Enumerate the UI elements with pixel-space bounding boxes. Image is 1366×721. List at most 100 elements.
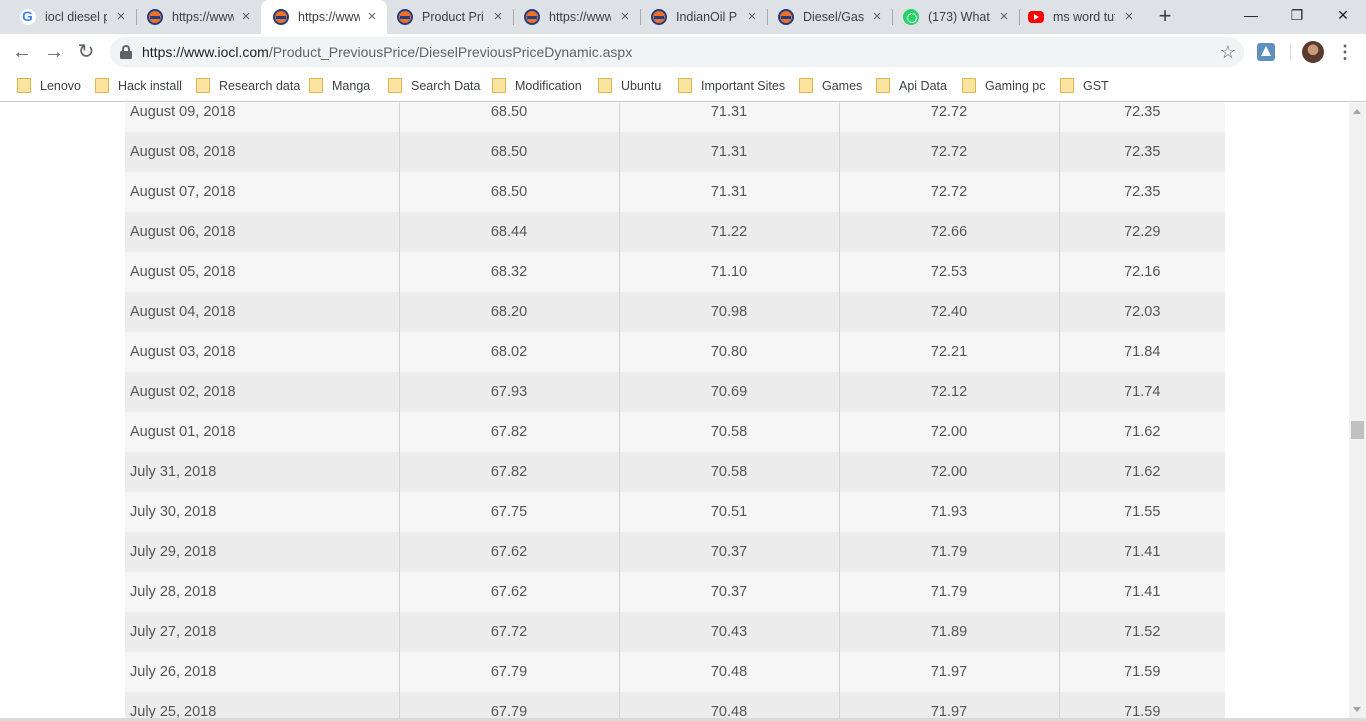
bookmark-label: Modification: [515, 79, 582, 93]
bookmark-important-sites[interactable]: Important Sites: [678, 76, 785, 96]
tab-4[interactable]: Product Pric ×: [387, 0, 513, 34]
bookmark-api-data[interactable]: Api Data: [876, 76, 947, 96]
bookmark-modification[interactable]: Modification: [492, 76, 582, 96]
kebab-menu-icon[interactable]: ⋮: [1336, 40, 1354, 64]
scroll-up-arrow-icon[interactable]: [1353, 109, 1361, 114]
price-cell: 70.51: [618, 492, 839, 532]
table-row: August 03, 2018 68.02 70.80 72.21 71.84: [125, 332, 1225, 372]
price-cell: 72.40: [838, 292, 1059, 332]
bookmark-ubuntu[interactable]: Ubuntu: [598, 76, 661, 96]
close-tab-icon[interactable]: ×: [997, 9, 1011, 24]
price-cell: 71.41: [1058, 572, 1225, 612]
date-cell: July 28, 2018: [130, 584, 217, 600]
bookmark-gst[interactable]: GST: [1060, 76, 1109, 96]
back-arrow-icon[interactable]: ←: [8, 38, 36, 66]
scroll-down-arrow-icon[interactable]: [1353, 707, 1361, 712]
lock-icon[interactable]: [120, 45, 132, 59]
bookmark-search-data[interactable]: Search Data: [388, 76, 480, 96]
tab-9[interactable]: ms word tut ×: [1020, 0, 1144, 34]
date-cell: July 31, 2018: [130, 464, 217, 480]
close-tab-icon[interactable]: ×: [745, 9, 759, 24]
tab-title: Product Pric: [422, 10, 484, 24]
close-tab-icon[interactable]: ×: [239, 9, 253, 24]
tab-title: https://www: [172, 10, 234, 24]
price-cell: 71.59: [1058, 652, 1225, 692]
date-cell: July 25, 2018: [130, 704, 217, 720]
forward-arrow-icon[interactable]: →: [40, 38, 68, 66]
price-cell: 72.72: [838, 103, 1059, 132]
new-tab-button[interactable]: +: [1153, 4, 1177, 28]
scrollbar-thumb[interactable]: [1351, 421, 1364, 439]
close-window-button[interactable]: ✕: [1320, 0, 1366, 30]
price-cell: 72.16: [1058, 252, 1225, 292]
extension-icon[interactable]: [1257, 43, 1275, 61]
bookmark-gaming-pc[interactable]: Gaming pc: [962, 76, 1045, 96]
url-text[interactable]: https://www.iocl.com/Product_PreviousPri…: [142, 37, 632, 67]
table-row: July 30, 2018 67.75 70.51 71.93 71.55: [125, 492, 1225, 532]
price-cell: 72.03: [1058, 292, 1225, 332]
bookmark-label: Research data: [219, 79, 301, 93]
table-row: July 31, 2018 67.82 70.58 72.00 71.62: [125, 452, 1225, 492]
bookmark-lenovo[interactable]: Lenovo: [17, 76, 81, 96]
price-cell: 67.75: [398, 492, 619, 532]
table-row: August 08, 2018 68.50 71.31 72.72 72.35: [125, 132, 1225, 172]
close-tab-icon[interactable]: ×: [365, 9, 379, 24]
date-cell: August 06, 2018: [130, 224, 236, 240]
folder-icon: [95, 77, 109, 93]
bookmark-label: Search Data: [411, 79, 481, 93]
bookmark-label: Important Sites: [701, 79, 786, 93]
profile-avatar[interactable]: [1302, 41, 1324, 63]
minimize-button[interactable]: —: [1228, 0, 1274, 30]
bookmark-hack-install[interactable]: Hack install: [95, 76, 182, 96]
price-cell: 72.66: [838, 212, 1059, 252]
restore-button[interactable]: ❐: [1274, 0, 1320, 30]
price-cell: 71.62: [1058, 452, 1225, 492]
price-cell: 68.02: [398, 332, 619, 372]
close-tab-icon[interactable]: ×: [1122, 9, 1136, 24]
bookmark-manga[interactable]: Manga: [309, 76, 370, 96]
price-cell: 72.72: [838, 172, 1059, 212]
tab-5[interactable]: https://www ×: [514, 0, 640, 34]
tab-title: ms word tut: [1053, 10, 1115, 24]
vertical-scrollbar[interactable]: [1349, 103, 1366, 718]
whatsapp-icon: [903, 9, 919, 25]
address-bar[interactable]: https://www.iocl.com/Product_PreviousPri…: [110, 37, 1244, 67]
tab-title: iocl diesel p: [45, 10, 107, 24]
tab-7[interactable]: Diesel/Gas ×: [768, 0, 892, 34]
price-cell: 68.50: [398, 132, 619, 172]
bookmark-games[interactable]: Games: [799, 76, 862, 96]
bookmark-label: Gaming pc: [985, 79, 1046, 93]
tab-1[interactable]: G iocl diesel p ×: [0, 0, 136, 34]
folder-icon: [1060, 77, 1074, 93]
tab-2[interactable]: https://www ×: [137, 0, 261, 34]
folder-icon: [876, 77, 890, 93]
price-cell: 72.35: [1058, 172, 1225, 212]
close-tab-icon[interactable]: ×: [870, 9, 884, 24]
reload-icon[interactable]: ↻: [72, 38, 100, 66]
table-row: August 02, 2018 67.93 70.69 72.12 71.74: [125, 372, 1225, 412]
close-tab-icon[interactable]: ×: [491, 9, 505, 24]
bookmark-label: Hack install: [118, 79, 182, 93]
date-cell: July 30, 2018: [130, 504, 217, 520]
bookmark-star-icon[interactable]: ☆: [1220, 41, 1236, 63]
date-cell: July 27, 2018: [130, 624, 217, 640]
tab-title: Diesel/Gas: [803, 10, 865, 24]
folder-icon: [962, 77, 976, 93]
price-cell: 71.59: [1058, 692, 1225, 721]
table-row: August 09, 2018 68.50 71.31 72.72 72.35: [125, 103, 1225, 132]
table-row: July 26, 2018 67.79 70.48 71.97 71.59: [125, 652, 1225, 692]
tab-3-active[interactable]: https://www ×: [261, 0, 387, 34]
price-cell: 68.50: [398, 103, 619, 132]
price-cell: 71.31: [618, 103, 839, 132]
price-cell: 70.37: [618, 572, 839, 612]
close-tab-icon[interactable]: ×: [618, 9, 632, 24]
tab-8[interactable]: (173) Whats ×: [893, 0, 1019, 34]
price-cell: 70.37: [618, 532, 839, 572]
tab-6[interactable]: IndianOil Pr ×: [641, 0, 767, 34]
bookmark-research-data[interactable]: Research data: [196, 76, 300, 96]
date-cell: August 02, 2018: [130, 384, 236, 400]
price-cell: 71.10: [618, 252, 839, 292]
close-tab-icon[interactable]: ×: [114, 9, 128, 24]
bookmark-label: Lenovo: [40, 79, 82, 93]
price-cell: 71.84: [1058, 332, 1225, 372]
